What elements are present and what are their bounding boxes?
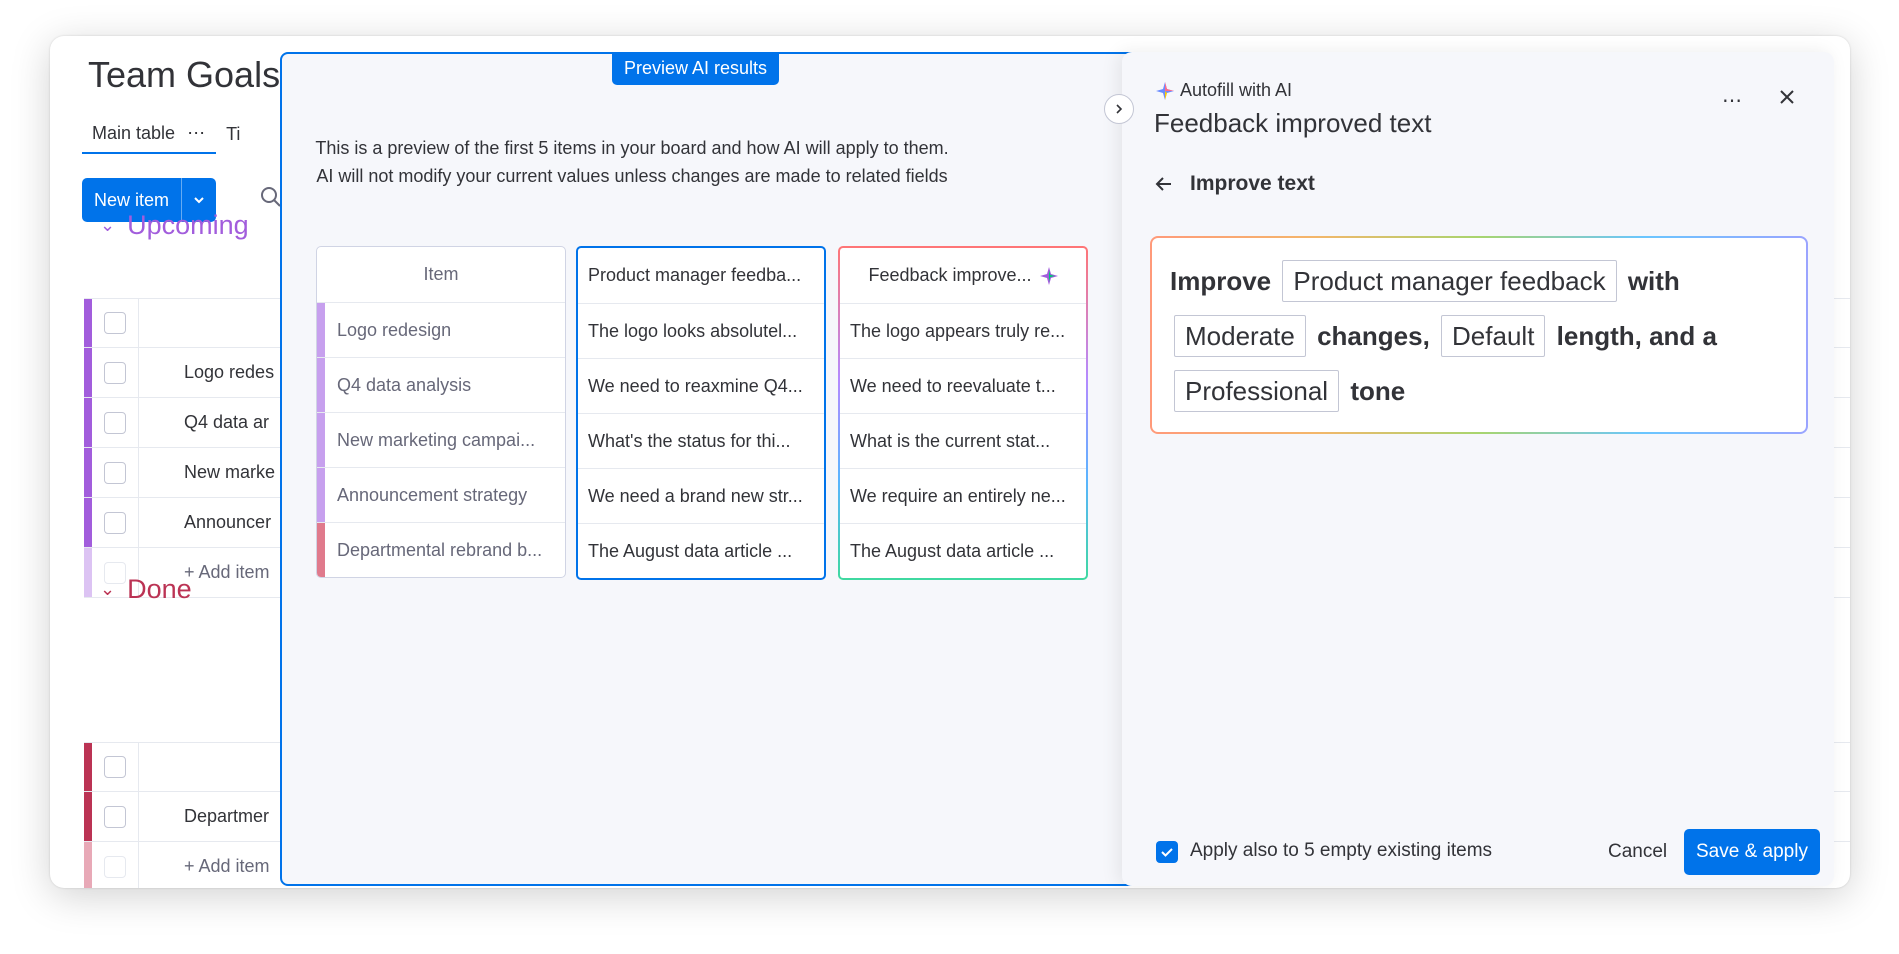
- item-cell: Q4 data analysis: [317, 357, 565, 412]
- item-cell: Logo redesign: [317, 302, 565, 357]
- preview-badge: Preview AI results: [612, 52, 780, 85]
- checkbox[interactable]: [104, 511, 126, 534]
- ai-preview-panel: Preview AI results This is a preview of …: [280, 52, 1180, 886]
- changes-chip[interactable]: Moderate: [1174, 315, 1306, 357]
- chevron-down-icon[interactable]: ⌄: [100, 215, 115, 236]
- apply-label[interactable]: Apply also to 5 empty existing items: [1190, 840, 1492, 862]
- add-item-label[interactable]: + Add item: [184, 562, 270, 583]
- save-apply-button[interactable]: Save & apply: [1684, 829, 1820, 875]
- group-label: Done: [127, 574, 192, 604]
- ai-sparkle-icon: [1039, 266, 1058, 285]
- item-cell: Announcement strategy: [317, 467, 565, 522]
- panel-title: Feedback improved text: [1154, 108, 1432, 138]
- cell-text: Departmental rebrand b...: [337, 539, 543, 560]
- prompt-word: changes,: [1317, 321, 1430, 351]
- source-cell: The logo looks absolutel...: [578, 303, 824, 358]
- column-header: Feedback improve...: [840, 248, 1086, 303]
- group-title-done[interactable]: ⌄ Done: [100, 574, 192, 605]
- group-label: Upcoming: [127, 210, 249, 240]
- tab-timeline[interactable]: Ti: [216, 114, 250, 154]
- result-cell: The logo appears truly re...: [840, 303, 1086, 358]
- item-name[interactable]: Q4 data ar: [184, 412, 269, 433]
- source-column: Product manager feedba... The logo looks…: [576, 246, 826, 580]
- result-cell: We require an entirely ne...: [840, 468, 1086, 523]
- ai-sparkle-icon: [1156, 81, 1174, 100]
- checkbox[interactable]: [104, 461, 126, 484]
- panel-subtitle: Autofill with AI: [1156, 80, 1292, 101]
- result-cell: What is the current stat...: [840, 413, 1086, 468]
- checkbox[interactable]: [104, 411, 126, 434]
- tab-label: Main table: [92, 122, 176, 143]
- item-column: Item Logo redesign Q4 data analysis New …: [316, 246, 566, 578]
- item-name[interactable]: Logo redes: [184, 362, 274, 383]
- tab-main-table[interactable]: Main table ⋯: [82, 114, 217, 154]
- search-icon[interactable]: [260, 186, 282, 208]
- more-icon[interactable]: ⋯: [187, 123, 206, 144]
- autofill-panel: Autofill with AI Feedback improved text …: [1122, 52, 1834, 886]
- prompt-text: Improve Product manager feedback with Mo…: [1152, 238, 1806, 432]
- board-title: Team Goals: [88, 54, 281, 95]
- prompt-word: tone: [1350, 376, 1406, 406]
- length-chip[interactable]: Default: [1441, 315, 1546, 357]
- cell-text: Logo redesign: [337, 319, 452, 340]
- result-cell: We need to reevaluate t...: [840, 358, 1086, 413]
- group-title-upcoming[interactable]: ⌄ Upcoming: [100, 210, 249, 241]
- tab-label: Ti: [226, 123, 241, 144]
- item-cell: Departmental rebrand b...: [317, 522, 565, 577]
- preview-desc-line: This is a preview of the first 5 items i…: [315, 138, 949, 158]
- prompt-word: length, and a: [1556, 321, 1717, 351]
- apply-checkbox[interactable]: [1156, 841, 1178, 863]
- item-name[interactable]: New marke: [184, 462, 275, 483]
- prompt-word: with: [1627, 266, 1680, 296]
- close-icon[interactable]: [1774, 84, 1800, 110]
- checkbox[interactable]: [104, 805, 126, 828]
- checkmark-icon: [1161, 848, 1173, 857]
- cancel-button[interactable]: Cancel: [1598, 830, 1677, 874]
- column-header: Product manager feedba...: [588, 265, 802, 285]
- panel-subtitle-text: Autofill with AI: [1180, 80, 1293, 100]
- back-label: Improve text: [1190, 172, 1315, 195]
- cell-text: Q4 data analysis: [337, 374, 472, 395]
- back-button[interactable]: Improve text: [1154, 172, 1315, 196]
- source-column-chip[interactable]: Product manager feedback: [1282, 260, 1617, 302]
- app-window: Team Goals Main table ⋯ Ti New item ⌄ Up…: [50, 36, 1850, 888]
- preview-desc-line: AI will not modify your current values u…: [316, 166, 948, 186]
- chevron-right-icon: [1116, 104, 1123, 114]
- source-cell: We need a brand new str...: [578, 468, 824, 523]
- result-cell: The August data article ...: [840, 523, 1086, 578]
- checkbox[interactable]: [104, 361, 126, 384]
- source-cell: What's the status for thi...: [578, 413, 824, 468]
- chevron-down-icon[interactable]: ⌄: [100, 579, 115, 600]
- add-item-label[interactable]: + Add item: [184, 856, 270, 877]
- prompt-word: Improve: [1170, 266, 1272, 296]
- source-cell: The August data article ...: [578, 523, 824, 578]
- more-options-icon[interactable]: ⋯: [1722, 88, 1743, 113]
- checkbox[interactable]: [104, 312, 126, 334]
- checkbox: [104, 855, 126, 878]
- checkbox[interactable]: [104, 756, 126, 778]
- tone-chip[interactable]: Professional: [1174, 370, 1340, 412]
- item-name[interactable]: Announcer: [184, 512, 271, 533]
- source-cell: We need to reaxmine Q4...: [578, 358, 824, 413]
- cell-text: Announcement strategy: [337, 484, 528, 505]
- preview-description: This is a preview of the first 5 items i…: [282, 134, 982, 190]
- cell-text: New marketing campai...: [337, 429, 536, 450]
- arrow-left-icon[interactable]: [1154, 174, 1174, 194]
- item-cell: New marketing campai...: [317, 412, 565, 467]
- view-tabs: Main table ⋯ Ti: [82, 114, 250, 154]
- collapse-preview-button[interactable]: [1104, 94, 1134, 124]
- prompt-box: Improve Product manager feedback with Mo…: [1150, 236, 1808, 434]
- result-column: Feedback improve... The logo appears tru…: [838, 246, 1088, 580]
- column-header-label: Feedback improve...: [868, 265, 1032, 285]
- item-name[interactable]: Departmer: [184, 806, 269, 827]
- column-header: Item: [423, 264, 459, 284]
